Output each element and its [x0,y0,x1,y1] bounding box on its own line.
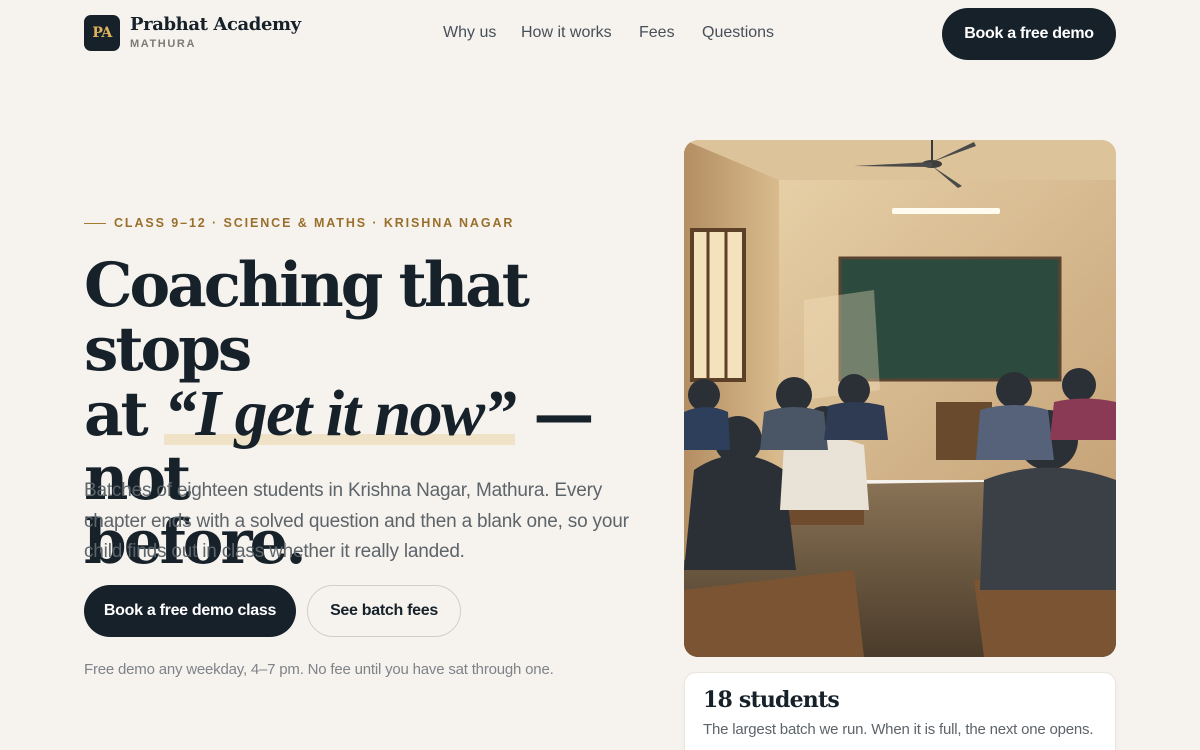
site-header: PA Prabhat Academy MATHURA Why us How it… [0,0,1200,68]
hero-eyebrow: CLASS 9–12 · SCIENCE & MATHS · KRISHNA N… [84,216,514,230]
classroom-photo [684,140,1116,657]
brand-name[interactable]: Prabhat Academy [130,14,301,35]
see-batch-fees-button[interactable]: See batch fees [307,585,461,637]
brand-location: MATHURA [130,38,196,50]
nav-link-how-it-works[interactable]: How it works [521,24,612,42]
eyebrow-rule [84,222,106,224]
headline-line-1: Coaching that stops [84,250,530,385]
headline-emphasis: “I get it now” [163,377,517,450]
batch-size-value: 18 students [703,687,840,713]
book-demo-button[interactable]: Book a free demo [942,8,1116,60]
batch-size-caption: The largest batch we run. When it is ful… [703,721,1094,738]
eyebrow-text: CLASS 9–12 · SCIENCE & MATHS · KRISHNA N… [114,216,515,230]
nav-link-why-us[interactable]: Why us [443,24,496,42]
logo-mark[interactable]: PA [84,15,120,51]
book-demo-class-button[interactable]: Book a free demo class [84,585,296,637]
hero-fine-print: Free demo any weekday, 4–7 pm. No fee un… [84,661,554,678]
hero-lede: Batches of eighteen students in Krishna … [84,480,629,562]
headline-at: at [84,379,164,450]
headline-emphasis-wrap: “I get it now” [163,381,517,447]
batch-size-card: 18 students The largest batch we run. Wh… [684,672,1116,750]
nav-link-questions[interactable]: Questions [702,24,774,42]
nav-link-fees[interactable]: Fees [639,24,675,42]
